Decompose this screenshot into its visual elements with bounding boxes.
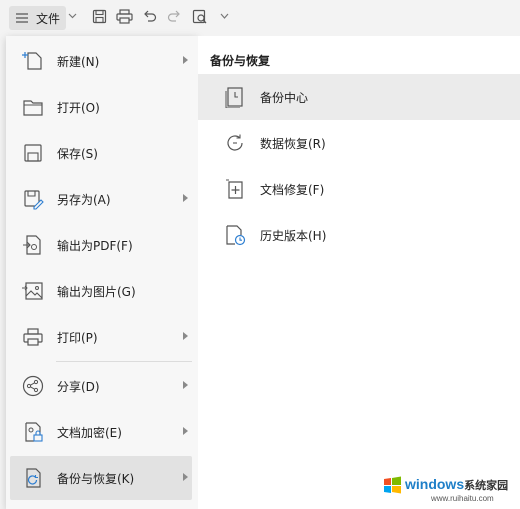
menu-divider xyxy=(56,361,192,362)
image-export-icon xyxy=(22,282,43,300)
menu-item-open[interactable]: 打开(O) xyxy=(6,85,198,129)
menu-item-save-as[interactable]: 另存为(A) xyxy=(6,177,198,221)
document-repair-icon xyxy=(226,179,243,199)
submenu-arrow-icon xyxy=(183,473,188,481)
submenu-item-data-recovery[interactable]: 数据恢复(R) xyxy=(198,120,520,166)
new-file-icon xyxy=(22,52,42,70)
file-menu-label: 文件 xyxy=(36,12,61,26)
submenu-item-label: 备份中心 xyxy=(260,91,309,105)
save-as-icon xyxy=(24,190,44,210)
menu-item-export-pdf[interactable]: 输出为PDF(F) xyxy=(6,223,198,267)
folder-icon xyxy=(23,100,43,116)
submenu-arrow-icon xyxy=(183,381,188,389)
share-icon xyxy=(22,375,44,397)
print-preview-icon[interactable] xyxy=(192,9,208,25)
file-menu: 新建(N) 打开(O) 保存(S) 另存为(A) 输出为PDF(F) 输出为图片… xyxy=(6,36,198,509)
menu-item-export-image[interactable]: 输出为图片(G) xyxy=(6,269,198,313)
undo-icon[interactable] xyxy=(143,9,157,23)
menu-item-share[interactable]: 分享(D) xyxy=(6,364,198,408)
watermark: windows系统家园 www.ruihaitu.com xyxy=(383,474,517,506)
menu-item-save[interactable]: 保存(S) xyxy=(6,131,198,175)
submenu-title: 备份与恢复 xyxy=(210,54,271,68)
submenu-item-history-version[interactable]: 历史版本(H) xyxy=(198,212,520,258)
menu-item-label: 备份与恢复(K) xyxy=(57,472,135,486)
menu-item-label: 输出为PDF(F) xyxy=(57,239,133,253)
menu-item-new[interactable]: 新建(N) xyxy=(6,39,198,83)
menu-item-label: 打印(P) xyxy=(57,331,98,345)
toolbar: 文件 xyxy=(0,0,520,36)
submenu-arrow-icon xyxy=(183,332,188,340)
lock-document-icon xyxy=(25,422,43,442)
menu-item-label: 分享(D) xyxy=(57,380,100,394)
submenu-item-label: 历史版本(H) xyxy=(260,229,327,243)
submenu-arrow-icon xyxy=(183,427,188,435)
save-icon xyxy=(24,144,42,162)
backup-icon xyxy=(26,468,41,488)
chevron-down-icon[interactable] xyxy=(68,13,77,19)
watermark-brand: windows系统家园 xyxy=(405,476,509,492)
watermark-url: www.ruihaitu.com xyxy=(431,494,494,503)
windows-logo-icon xyxy=(384,476,401,494)
history-version-icon xyxy=(226,225,246,246)
menu-item-print[interactable]: 打印(P) xyxy=(6,315,198,359)
menu-item-label: 打开(O) xyxy=(57,101,100,115)
save-icon[interactable] xyxy=(92,9,107,24)
file-menu-button[interactable]: 文件 xyxy=(9,6,66,30)
menu-item-label: 另存为(A) xyxy=(57,193,111,207)
menu-item-label: 输出为图片(G) xyxy=(57,285,136,299)
redo-icon[interactable] xyxy=(167,9,181,23)
print-icon[interactable] xyxy=(116,9,133,24)
backup-center-icon xyxy=(225,87,243,108)
submenu-item-label: 数据恢复(R) xyxy=(260,137,326,151)
backup-restore-submenu: 备份与恢复 备份中心 数据恢复(R) 文档修复(F) 历史版本(H) xyxy=(198,36,520,509)
menu-item-label: 保存(S) xyxy=(57,147,98,161)
submenu-arrow-icon xyxy=(183,56,188,64)
menu-icon xyxy=(16,13,28,23)
submenu-item-document-repair[interactable]: 文档修复(F) xyxy=(198,166,520,212)
menu-item-encrypt[interactable]: 文档加密(E) xyxy=(6,410,198,454)
more-icon[interactable] xyxy=(220,13,229,20)
menu-item-label: 文档加密(E) xyxy=(57,426,122,440)
menu-item-backup-restore[interactable]: 备份与恢复(K) xyxy=(10,456,192,500)
submenu-item-backup-center[interactable]: 备份中心 xyxy=(198,74,520,120)
submenu-item-label: 文档修复(F) xyxy=(260,183,325,197)
print-icon xyxy=(23,328,43,346)
menu-item-label: 新建(N) xyxy=(57,55,100,69)
submenu-arrow-icon xyxy=(183,194,188,202)
pdf-export-icon xyxy=(23,235,41,255)
data-recovery-icon xyxy=(227,134,243,151)
